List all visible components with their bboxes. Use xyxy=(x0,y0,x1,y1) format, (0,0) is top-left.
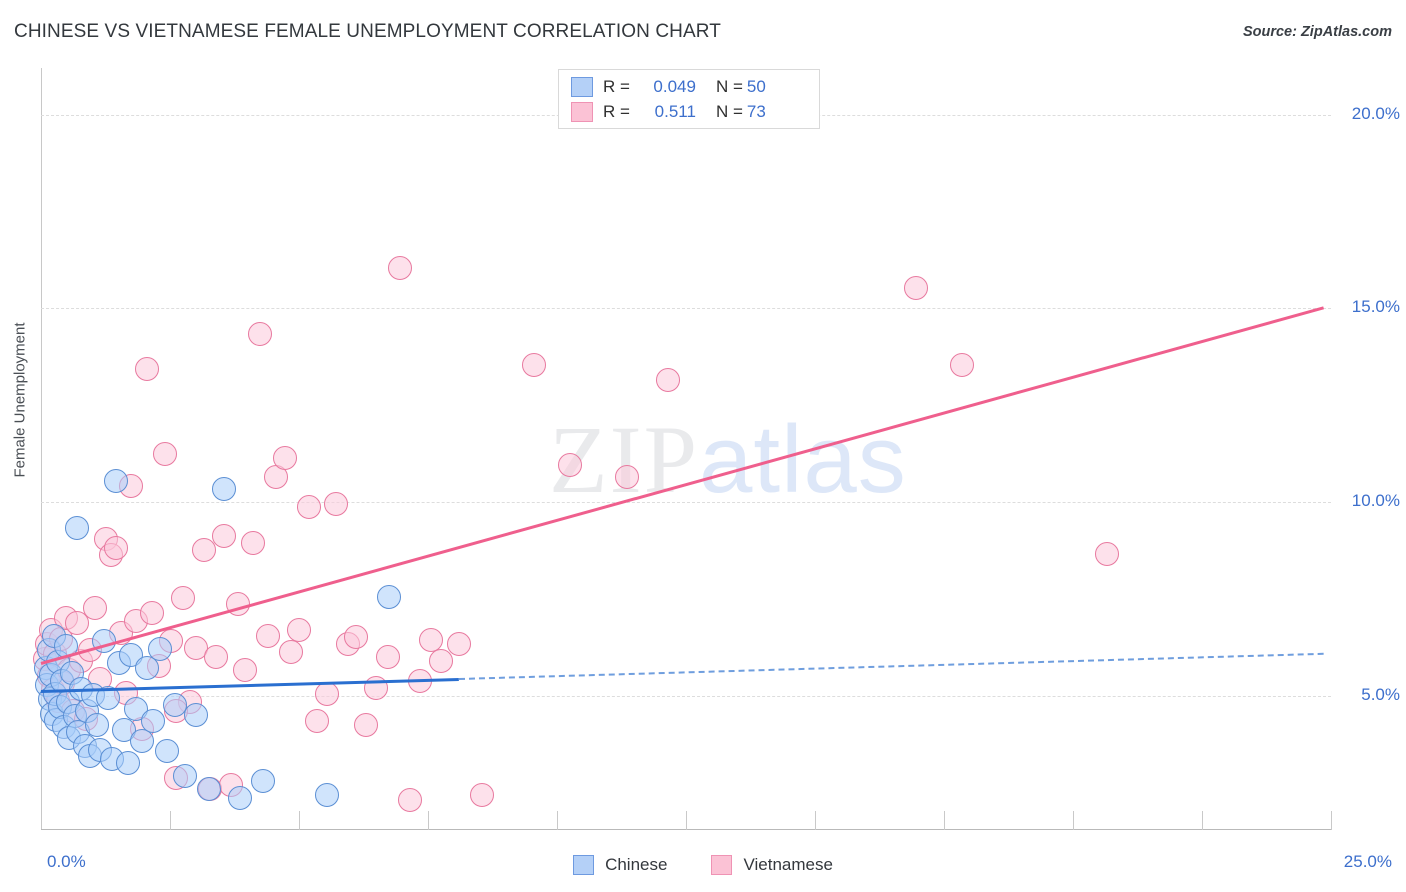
scatter-point-chinese xyxy=(84,713,109,738)
scatter-point-chinese xyxy=(315,783,340,808)
stats-legend: R = 0.049 N = 50 R = 0.511 N = 73 xyxy=(558,69,820,129)
scatter-point-vietnamese xyxy=(521,352,546,377)
scatter-point-vietnamese xyxy=(297,494,322,519)
scatter-point-vietnamese xyxy=(950,352,975,377)
stats-r-value-chinese: 0.049 xyxy=(653,77,696,96)
y-axis-label: 15.0% xyxy=(1351,297,1400,317)
stats-n-label-chinese: N = xyxy=(715,77,743,96)
scatter-point-vietnamese xyxy=(287,617,311,642)
source-attribution: Source: ZipAtlas.com xyxy=(1242,24,1392,40)
x-axis-tick xyxy=(686,811,687,830)
scatter-point-vietnamese xyxy=(212,524,237,549)
scatter-point-vietnamese xyxy=(279,639,304,664)
scatter-point-vietnamese xyxy=(387,255,412,280)
scatter-point-vietnamese xyxy=(324,492,349,517)
legend-label-chinese: Chinese xyxy=(605,855,668,874)
scatter-point-chinese xyxy=(196,776,221,801)
scatter-point-vietnamese xyxy=(170,586,195,611)
y-axis-title: Female Unemployment xyxy=(11,322,29,478)
legend-swatch-vietnamese xyxy=(711,855,733,875)
scatter-point-vietnamese xyxy=(256,624,281,649)
scatter-point-vietnamese xyxy=(305,709,330,734)
gridline xyxy=(41,308,1331,310)
scatter-point-vietnamese xyxy=(232,657,257,682)
scatter-point-chinese xyxy=(212,476,237,501)
scatter-point-vietnamese xyxy=(397,788,422,813)
x-axis-tick xyxy=(815,811,816,830)
correlation-chart: CHINESE VS VIETNAMESE FEMALE UNEMPLOYMEN… xyxy=(0,0,1406,892)
scatter-point-vietnamese xyxy=(191,537,216,562)
scatter-point-vietnamese xyxy=(134,356,159,381)
legend-item-chinese[interactable]: Chinese xyxy=(573,855,667,875)
stats-r-label-vietnamese: R = xyxy=(603,102,630,121)
stats-n-value-chinese: 50 xyxy=(746,77,766,96)
legend-swatch-chinese xyxy=(573,855,595,875)
x-axis-tick xyxy=(1202,811,1203,830)
page-title: CHINESE VS VIETNAMESE FEMALE UNEMPLOYMEN… xyxy=(14,21,721,42)
scatter-point-chinese xyxy=(377,585,402,610)
scatter-point-vietnamese xyxy=(557,453,582,478)
x-axis-tick xyxy=(299,811,300,830)
scatter-point-chinese xyxy=(227,785,252,810)
scatter-point-vietnamese xyxy=(375,644,400,669)
scatter-point-vietnamese xyxy=(1094,541,1119,566)
scatter-point-chinese xyxy=(250,768,275,793)
scatter-point-chinese xyxy=(141,709,166,734)
x-axis-tick xyxy=(1331,811,1332,830)
legend-item-vietnamese[interactable]: Vietnamese xyxy=(711,855,833,875)
x-axis-tick xyxy=(1073,811,1074,830)
y-axis-label: 10.0% xyxy=(1351,491,1400,511)
y-axis-label: 20.0% xyxy=(1351,103,1400,123)
scatter-point-chinese xyxy=(155,739,180,764)
scatter-point-chinese xyxy=(65,515,90,540)
scatter-point-vietnamese xyxy=(903,276,928,301)
scatter-point-vietnamese xyxy=(240,531,265,556)
scatter-point-chinese xyxy=(173,763,198,788)
stats-row-chinese: R = 0.049 N = 50 xyxy=(571,74,766,100)
scatter-point-chinese xyxy=(115,750,140,775)
scatter-point-vietnamese xyxy=(83,595,108,620)
scatter-point-vietnamese xyxy=(103,536,128,561)
scatter-point-vietnamese xyxy=(152,441,177,466)
scatter-point-vietnamese xyxy=(204,644,229,669)
stats-n-value-vietnamese: 73 xyxy=(746,102,766,121)
x-axis-tick xyxy=(170,811,171,830)
scatter-point-vietnamese xyxy=(248,321,273,346)
trend-line-chinese-dashed xyxy=(458,652,1324,680)
scatter-point-chinese xyxy=(103,468,128,493)
scatter-point-vietnamese xyxy=(343,625,368,650)
series-legend: Chinese Vietnamese xyxy=(0,848,1406,882)
scatter-point-vietnamese xyxy=(446,631,471,656)
scatter-point-vietnamese xyxy=(354,713,379,738)
scatter-point-vietnamese xyxy=(614,465,639,490)
stats-swatch-chinese xyxy=(571,77,593,97)
x-axis-tick xyxy=(557,811,558,830)
scatter-point-vietnamese xyxy=(315,682,340,707)
y-axis-label: 5.0% xyxy=(1361,685,1400,705)
stats-r-label-chinese: R = xyxy=(603,77,630,96)
gridline xyxy=(41,696,1331,698)
stats-swatch-vietnamese xyxy=(571,102,593,122)
legend-label-vietnamese: Vietnamese xyxy=(743,855,833,874)
gridline xyxy=(41,502,1331,504)
y-axis-title-wrap: Female Unemployment xyxy=(8,280,32,520)
stats-r-value-vietnamese: 0.511 xyxy=(654,102,696,121)
scatter-point-chinese xyxy=(183,702,208,727)
scatter-point-vietnamese xyxy=(272,445,297,470)
scatter-point-vietnamese xyxy=(655,368,680,393)
x-axis-tick xyxy=(428,811,429,830)
scatter-point-vietnamese xyxy=(470,783,495,808)
plot-area xyxy=(33,68,1332,830)
x-axis-tick xyxy=(944,811,945,830)
stats-row-vietnamese: R = 0.511 N = 73 xyxy=(571,99,766,125)
scatter-point-chinese xyxy=(147,636,172,661)
stats-n-label-vietnamese: N = xyxy=(715,102,743,121)
scatter-point-vietnamese xyxy=(139,600,164,625)
